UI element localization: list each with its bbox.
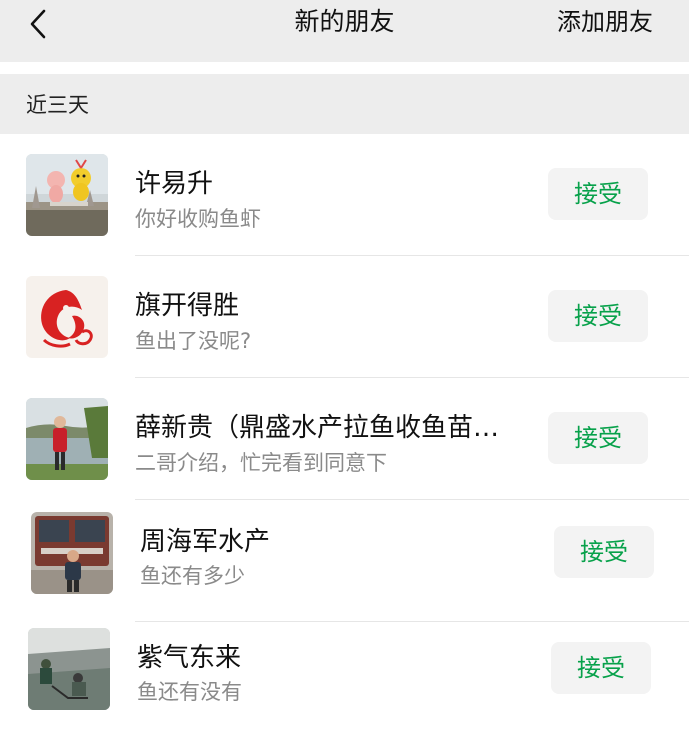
accept-button[interactable]: 接受 xyxy=(548,168,648,220)
avatar xyxy=(26,276,108,358)
request-name: 许易升 xyxy=(135,169,214,199)
request-name: 周海军水产 xyxy=(140,527,271,557)
avatar xyxy=(26,398,108,480)
spacer xyxy=(0,62,689,74)
section-title: 近三天 xyxy=(26,93,89,117)
friend-request-row[interactable]: 薛新贵（鼎盛水产拉鱼收鱼苗… 二哥介绍，忙完看到同意下 接受 xyxy=(0,378,689,500)
request-name: 薛新贵（鼎盛水产拉鱼收鱼苗… xyxy=(135,413,500,443)
accept-button[interactable]: 接受 xyxy=(551,642,651,694)
accept-button[interactable]: 接受 xyxy=(548,412,648,464)
avatar-image xyxy=(31,512,113,594)
section-header: 近三天 xyxy=(0,74,689,134)
avatar xyxy=(31,512,113,594)
request-message: 鱼还有没有 xyxy=(137,680,242,704)
friend-request-row[interactable]: 旗开得胜 鱼出了没呢? 接受 xyxy=(0,256,689,378)
request-message: 鱼还有多少 xyxy=(140,564,245,588)
add-friend-button[interactable]: 添加朋友 xyxy=(557,0,653,44)
friend-request-row[interactable]: 许易升 你好收购鱼虾 接受 xyxy=(0,134,689,256)
avatar-image xyxy=(28,628,110,710)
friend-request-row[interactable]: 紫气东来 鱼还有没有 接受 xyxy=(0,612,689,734)
avatar-image xyxy=(26,276,108,358)
request-message: 鱼出了没呢? xyxy=(135,329,252,353)
request-message: 二哥介绍，忙完看到同意下 xyxy=(135,451,387,475)
avatar xyxy=(28,628,110,710)
request-name: 旗开得胜 xyxy=(135,291,240,321)
avatar-image xyxy=(26,154,108,236)
avatar-image xyxy=(26,398,108,480)
nav-bar: 新的朋友 添加朋友 xyxy=(0,0,689,62)
accept-button[interactable]: 接受 xyxy=(548,290,648,342)
accept-button[interactable]: 接受 xyxy=(554,526,654,578)
request-message: 你好收购鱼虾 xyxy=(135,207,261,231)
friend-request-row[interactable]: 周海军水产 鱼还有多少 接受 xyxy=(0,500,689,622)
avatar xyxy=(26,154,108,236)
request-name: 紫气东来 xyxy=(137,643,242,673)
